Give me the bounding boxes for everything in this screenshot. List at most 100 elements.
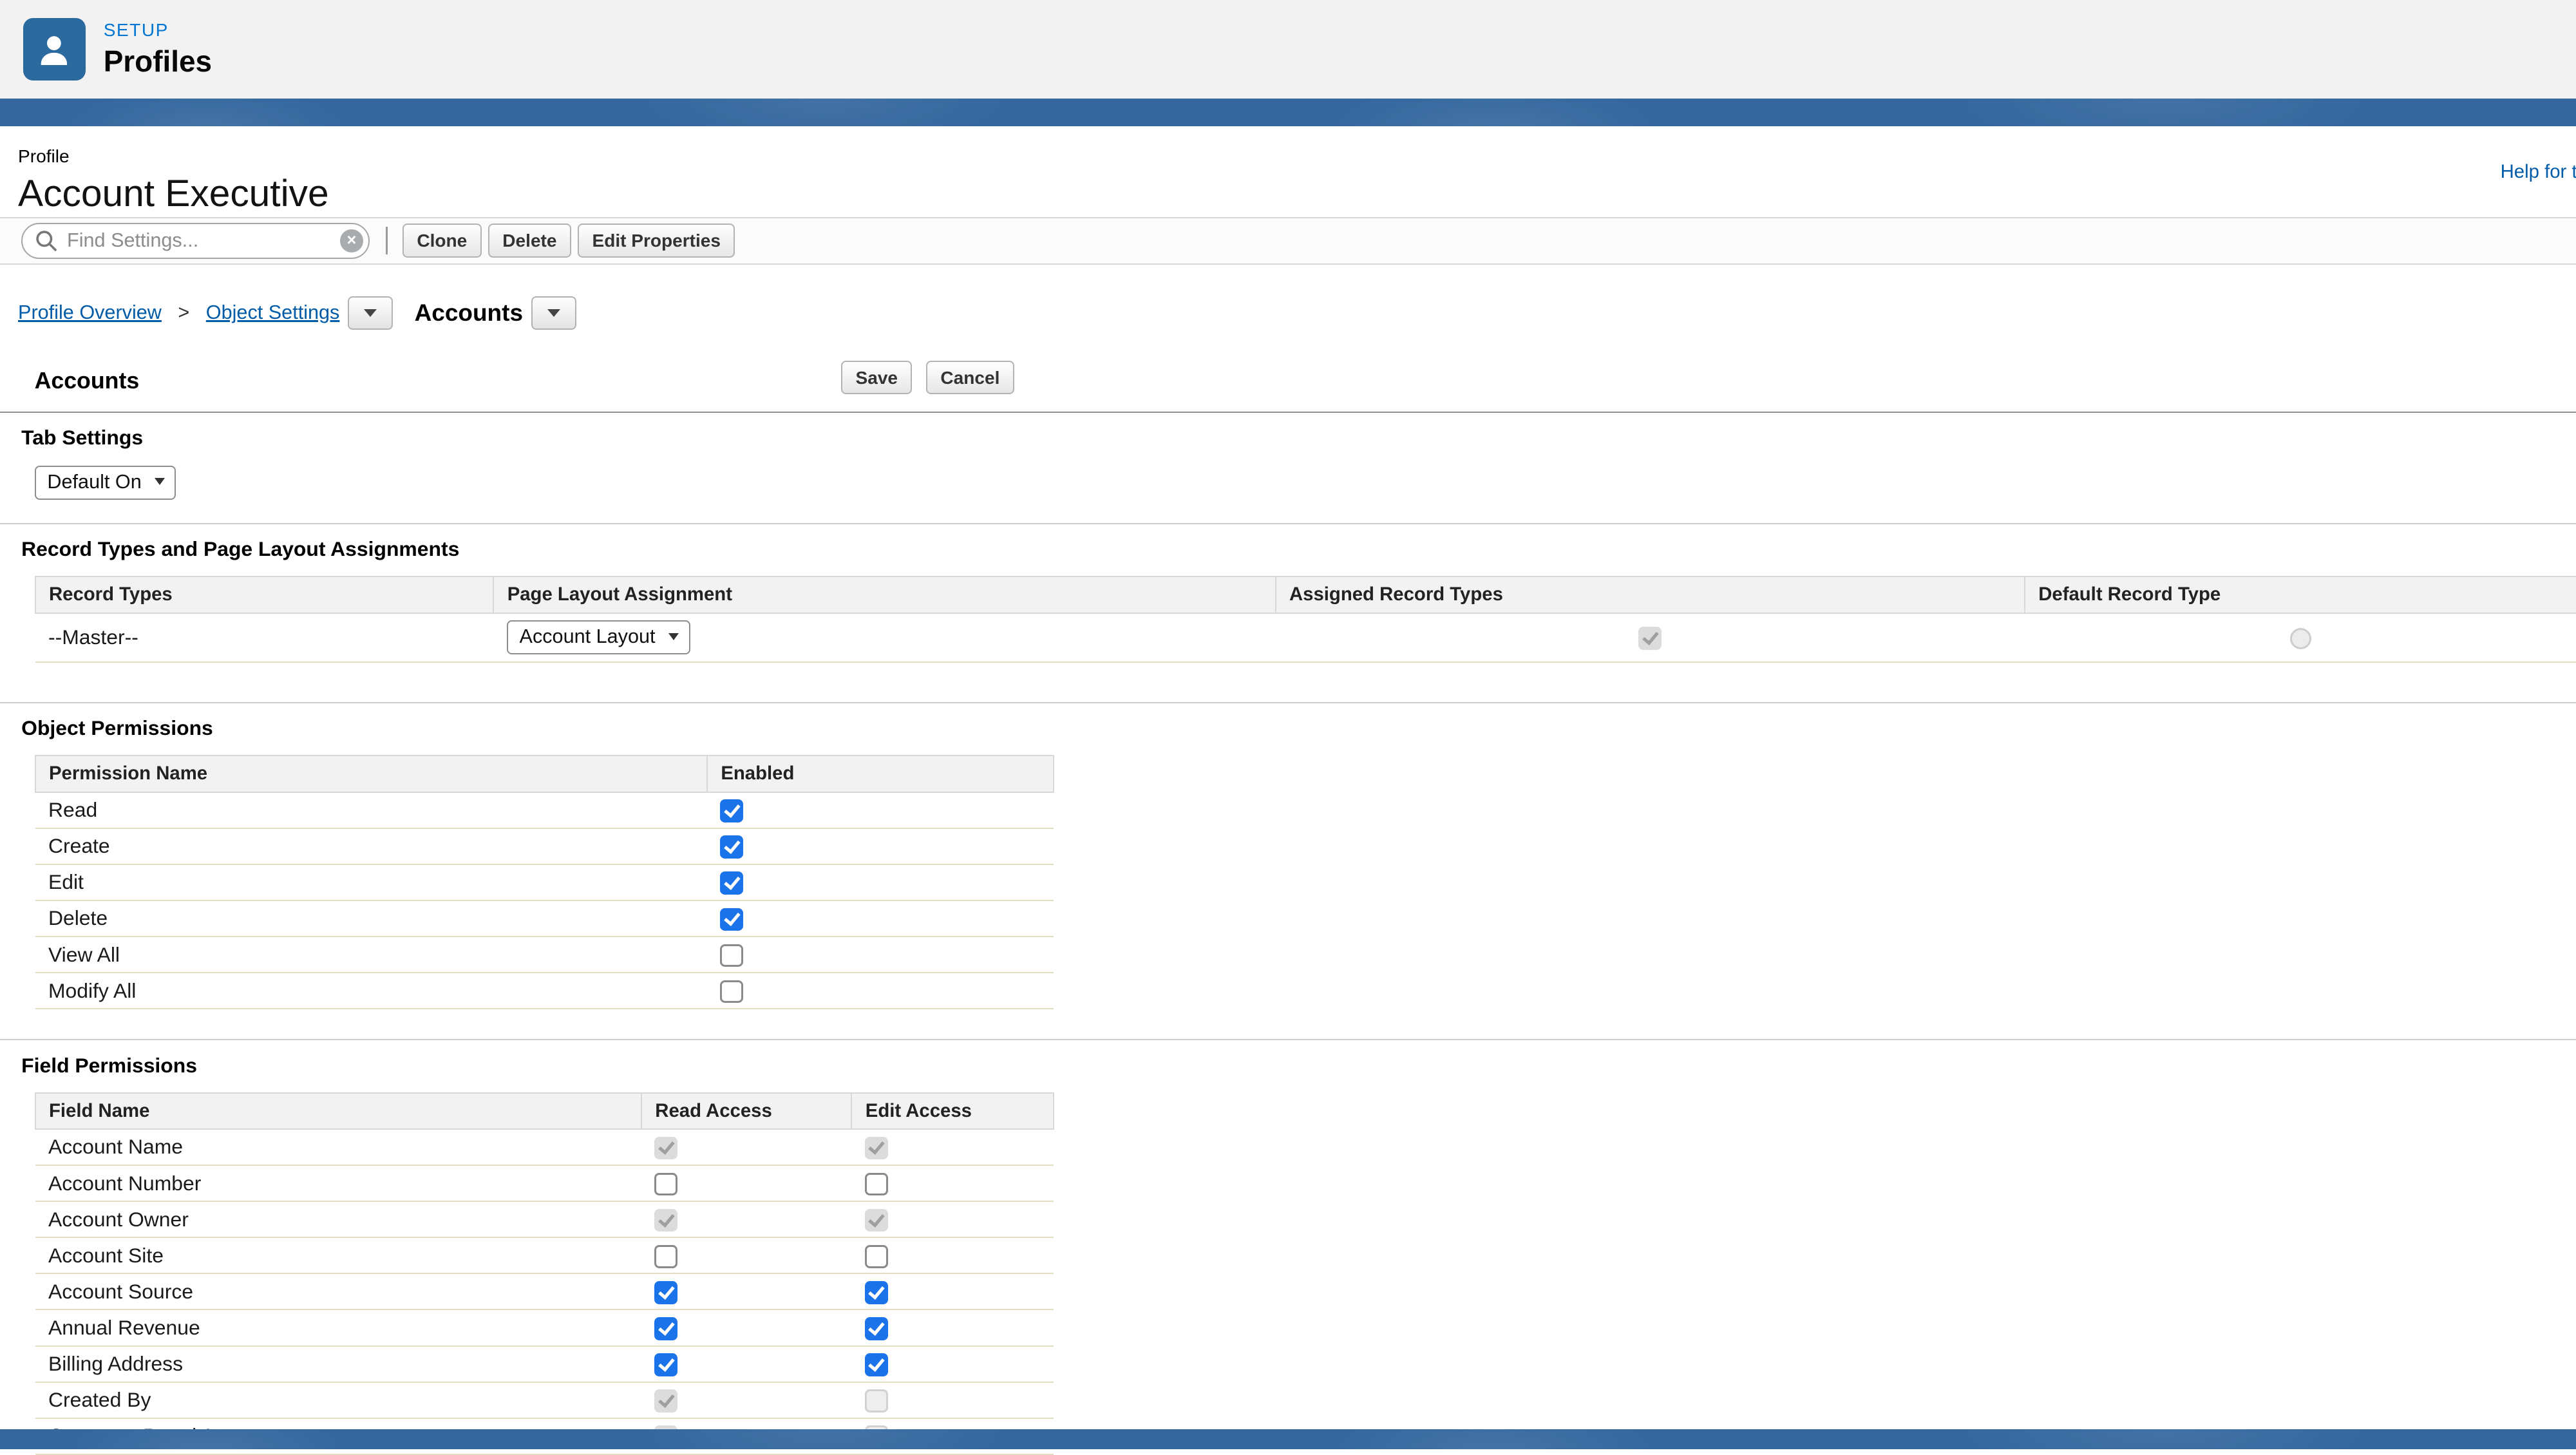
field-read-access-cell [641,1382,852,1419]
object-permissions-section: Object Permissions Permission Name Enabl… [0,701,2576,1010]
record-type-row: --Master-- Account Layout [35,613,2576,663]
object-permission-row: Modify All [35,973,1054,1010]
accounts-section-title: Accounts [34,368,140,394]
field-permission-row: Account Number [35,1165,1054,1203]
breadcrumb-profile-overview[interactable]: Profile Overview [18,301,162,324]
field-name-cell: Account Source [35,1273,641,1311]
field-read-access-cell [641,1273,852,1311]
field-permissions-title: Field Permissions [21,1053,197,1077]
setup-label: SETUP [103,19,169,40]
enabled-checkbox[interactable] [720,980,744,1003]
field-name-cell: Account Owner [35,1201,641,1239]
chevron-down-icon [547,309,560,317]
record-types-table: Record Types Page Layout Assignment Assi… [34,576,2576,663]
object-permission-row: Read [35,792,1054,829]
setup-header: SETUP Profiles [0,0,2576,99]
person-icon [41,35,68,65]
field-permission-row: Account Site [35,1237,1054,1275]
field-edit-access-cell [851,1201,1054,1239]
permission-enabled-cell [706,864,1054,901]
object-permission-row: Edit [35,864,1054,901]
field-edit-access-cell [851,1165,1054,1203]
permission-name-cell: Create [35,828,707,865]
enabled-checkbox[interactable] [720,799,744,823]
breadcrumb-current-accounts: Accounts [414,299,524,326]
object-permissions-title: Object Permissions [21,716,213,740]
field-permission-row: Account Source [35,1273,1054,1311]
edit-access-checkbox[interactable] [864,1172,888,1196]
breadcrumb: Profile Overview > Object Settings Accou… [18,296,2576,330]
object-permissions-table: Permission Name Enabled Read Create Edit De… [34,755,1055,1010]
field-edit-access-cell [851,1309,1054,1347]
field-permission-row: Created By [35,1382,1054,1419]
permission-name-cell: Edit [35,864,707,901]
cancel-button[interactable]: Cancel [925,360,1014,395]
record-types-title: Record Types and Page Layout Assignments [21,537,460,561]
read-access-checkbox[interactable] [654,1280,677,1304]
edit-access-checkbox [864,1389,888,1412]
enabled-checkbox[interactable] [720,835,744,859]
field-read-access-cell [641,1309,852,1347]
find-settings-input[interactable] [21,222,370,259]
accounts-dropdown-button[interactable] [531,296,577,330]
field-permissions-header-row: Field Name Read Access Edit Access [34,1092,1055,1130]
field-name-cell: Account Number [35,1165,641,1203]
default-record-type-radio [2289,628,2311,650]
field-name-cell: Billing Address [35,1346,641,1383]
clear-search-icon[interactable]: × [340,229,363,252]
edit-access-checkbox[interactable] [864,1353,888,1376]
object-permissions-header-row: Permission Name Enabled [34,755,1055,793]
column-header-enabled: Enabled [706,755,1055,793]
field-permission-row: Annual Revenue [35,1309,1054,1347]
breadcrumb-object-settings[interactable]: Object Settings [206,301,340,324]
profiles-setup-page: { "colors": { "brand_blue": "#0176d3", "… [0,0,2576,1455]
field-permission-row: Account Owner [35,1201,1054,1239]
read-access-checkbox[interactable] [654,1317,677,1340]
field-edit-access-cell [851,1273,1054,1311]
column-header-page-layout-assignment: Page Layout Assignment [493,576,1276,614]
record-type-name-cell: --Master-- [35,613,494,663]
enabled-checkbox[interactable] [720,944,744,967]
read-access-checkbox[interactable] [654,1244,677,1268]
edit-access-checkbox [864,1136,888,1160]
delete-button[interactable]: Delete [488,223,571,258]
breadcrumb-separator: > [178,301,190,324]
object-permission-row: Delete [35,900,1054,938]
field-permissions-section: Field Permissions Field Name Read Access… [0,1039,2576,1455]
edit-access-checkbox[interactable] [864,1280,888,1304]
edit-properties-button[interactable]: Edit Properties [578,223,735,258]
column-header-default-record-type: Default Record Type [2023,576,2576,614]
brand-banner [0,99,2576,127]
read-access-checkbox[interactable] [654,1353,677,1376]
save-button[interactable]: Save [841,360,913,395]
object-settings-dropdown-button[interactable] [348,296,393,330]
assigned-record-type-checkbox [1638,627,1662,650]
read-access-checkbox [654,1208,677,1232]
tab-settings-section: Tab Settings Default On [0,426,2576,523]
page-layout-select-wrap: Account Layout [506,620,690,655]
tab-setting-select[interactable]: Default On [34,465,176,500]
default-record-type-cell [2024,613,2576,663]
field-read-access-cell [641,1346,852,1383]
chevron-down-icon [364,309,377,317]
permission-enabled-cell [706,973,1054,1010]
field-read-access-cell [641,1201,852,1239]
page-layout-cell: Account Layout [493,613,1276,663]
enabled-checkbox[interactable] [720,908,744,931]
enabled-checkbox[interactable] [720,871,744,895]
edit-access-checkbox[interactable] [864,1244,888,1268]
object-permission-row: Create [35,828,1054,865]
field-name-cell: Account Name [35,1128,641,1166]
column-header-assigned-record-types: Assigned Record Types [1274,576,2025,614]
clone-button[interactable]: Clone [402,223,482,258]
toolbar-divider [386,227,388,255]
read-access-checkbox[interactable] [654,1172,677,1196]
edit-access-checkbox[interactable] [864,1317,888,1340]
help-link[interactable]: Help for this Page [2501,161,2576,183]
page-layout-select[interactable]: Account Layout [506,620,690,655]
field-permissions-table-body: Account Name Account Number Account Owner A… [35,1128,1054,1455]
page-head: Profile Account Executive Help for this … [0,126,2576,216]
tab-settings-title: Tab Settings [21,426,144,450]
field-name-cell: Annual Revenue [35,1309,641,1347]
entity-label: Profile [18,146,70,167]
